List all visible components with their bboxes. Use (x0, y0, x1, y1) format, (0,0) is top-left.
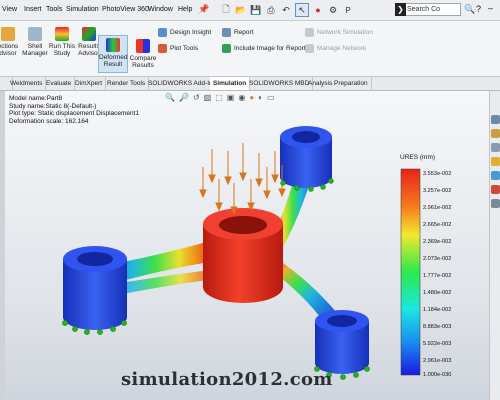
legend-tick-label: 2.961e-002 (423, 205, 452, 211)
command-tabs: Weldments Evaluate DimXpert Render Tools… (0, 77, 500, 91)
sections-advisor-icon (1, 27, 15, 41)
tab-analysis-preparation[interactable]: Analysis Preparation (305, 77, 372, 90)
select-arrow-icon[interactable]: ↖ (295, 3, 309, 17)
plot-tools-button[interactable]: Plot Tools (158, 44, 198, 53)
shell-manager-button[interactable]: Shell Manager (22, 27, 48, 57)
manage-network-icon (305, 44, 314, 53)
run-study-button[interactable]: Run This Study (48, 27, 76, 57)
minimize-icon[interactable]: – (488, 3, 493, 13)
print-icon[interactable]: ⎙ (265, 4, 277, 16)
legend-tick-label: 5.922e-003 (423, 341, 452, 347)
options-text[interactable]: P (342, 4, 354, 16)
resources-icon[interactable] (491, 129, 500, 138)
undo-icon[interactable]: ↶ (280, 4, 292, 16)
manage-network-button[interactable]: Manage Network (305, 44, 366, 53)
design-insight-icon (158, 28, 167, 37)
legend-tick-label: 2.369e-002 (423, 239, 452, 245)
sections-advisor-button[interactable]: ections dvisor (0, 27, 22, 57)
file-explorer-icon[interactable] (491, 157, 500, 166)
tab-weldments[interactable]: Weldments (7, 77, 47, 90)
compare-results-icon (136, 39, 150, 53)
legend-tick-label: 2.665e-002 (423, 222, 452, 228)
run-study-icon (55, 27, 69, 41)
shell-manager-icon (28, 27, 42, 41)
traffic-light-icon[interactable]: ● (312, 4, 324, 16)
open-icon[interactable]: 📂 (235, 4, 247, 16)
command-manager-ribbon: ections dvisor Shell Manager Run This St… (0, 21, 500, 77)
watermark-text: simulation2012.com (121, 369, 333, 390)
legend-tick-label: 1.777e-002 (423, 273, 452, 279)
tab-evaluate[interactable]: Evaluate (43, 77, 76, 90)
bottom-right-boss-hole (327, 315, 357, 327)
tab-dimxpert[interactable]: DimXpert (72, 77, 107, 90)
legend-tick-label: 1.000e-030 (423, 372, 452, 378)
search-logo-icon: ❯ (395, 3, 406, 16)
menu-insert[interactable]: Insert (24, 6, 42, 13)
legend-tick-label: 3.553e-002 (423, 171, 452, 177)
plot-tools-icon (158, 44, 167, 53)
left-boss-hole (77, 252, 113, 266)
view-palette-icon[interactable] (491, 171, 500, 180)
include-image-button[interactable]: Include Image for Report (222, 44, 306, 53)
legend-title: URES (mm) (400, 154, 436, 161)
network-simulation-button[interactable]: Network Simulation (305, 28, 373, 37)
network-simulation-icon (305, 28, 314, 37)
menu-help[interactable]: Help (178, 6, 192, 13)
fea-model-view (62, 126, 421, 380)
appearances-icon[interactable] (491, 185, 500, 194)
menu-window[interactable]: Window (148, 6, 173, 13)
load-arrows (199, 143, 286, 216)
menu-view[interactable]: View (2, 6, 17, 13)
legend-tick-label: 1.480e-002 (423, 290, 452, 296)
save-icon[interactable]: 💾 (250, 4, 262, 16)
tab-addins[interactable]: SOLIDWORKS Add-Ins (145, 77, 220, 90)
report-button[interactable]: Report (222, 28, 254, 37)
menu-tools[interactable]: Tools (46, 6, 62, 13)
tab-mbd[interactable]: SOLIDWORKS MBD (246, 77, 314, 90)
legend-tick-label: 8.883e-003 (423, 324, 452, 330)
include-image-icon (222, 44, 231, 53)
top-right-boss-hole (292, 131, 320, 143)
search-input[interactable]: ❯ Search Co (395, 3, 461, 16)
search-icon[interactable]: 🔍 (464, 4, 475, 15)
compare-results-button[interactable]: Compare Results (129, 39, 157, 69)
tab-render-tools[interactable]: Render Tools (104, 77, 150, 90)
central-hub-hole (219, 216, 267, 234)
menu-photoview[interactable]: PhotoView 360 (102, 6, 149, 13)
legend-tick-label: 1.184e-002 (423, 307, 452, 313)
menu-simulation[interactable]: Simulation (66, 6, 99, 13)
deformed-result-icon (106, 38, 120, 52)
legend-tick-label: 2.961e-003 (423, 358, 452, 364)
report-icon (222, 28, 231, 37)
custom-properties-icon[interactable] (491, 199, 500, 208)
deformed-result-button[interactable]: Deformed Result (98, 35, 128, 73)
legend-tick-label: 3.257e-002 (423, 188, 452, 194)
search-placeholder: Search Co (407, 6, 441, 13)
tab-simulation[interactable]: Simulation (210, 77, 251, 90)
options-gear-icon[interactable]: ⚙ (327, 4, 339, 16)
results-advisor-icon (82, 27, 96, 41)
menu-bar: View Insert Tools Simulation PhotoView 3… (0, 0, 500, 21)
design-library-icon[interactable] (491, 143, 500, 152)
help-icon[interactable]: ? (476, 4, 481, 14)
legend-color-bar (400, 168, 421, 376)
new-document-icon[interactable]: 🗋 (220, 4, 232, 16)
quick-access-toolbar: 🗋 📂 💾 ⎙ ↶ ↖ ● ⚙ P (220, 2, 354, 18)
pin-icon[interactable]: 📌 (198, 4, 209, 15)
home-icon[interactable] (491, 115, 500, 124)
task-pane-strip (489, 91, 500, 400)
legend-tick-label: 2.073e-002 (423, 256, 452, 262)
design-insight-button[interactable]: Design Insight (158, 28, 211, 37)
graphics-viewport[interactable]: Model name:Part8 Study name:Static 8(-De… (5, 91, 489, 400)
